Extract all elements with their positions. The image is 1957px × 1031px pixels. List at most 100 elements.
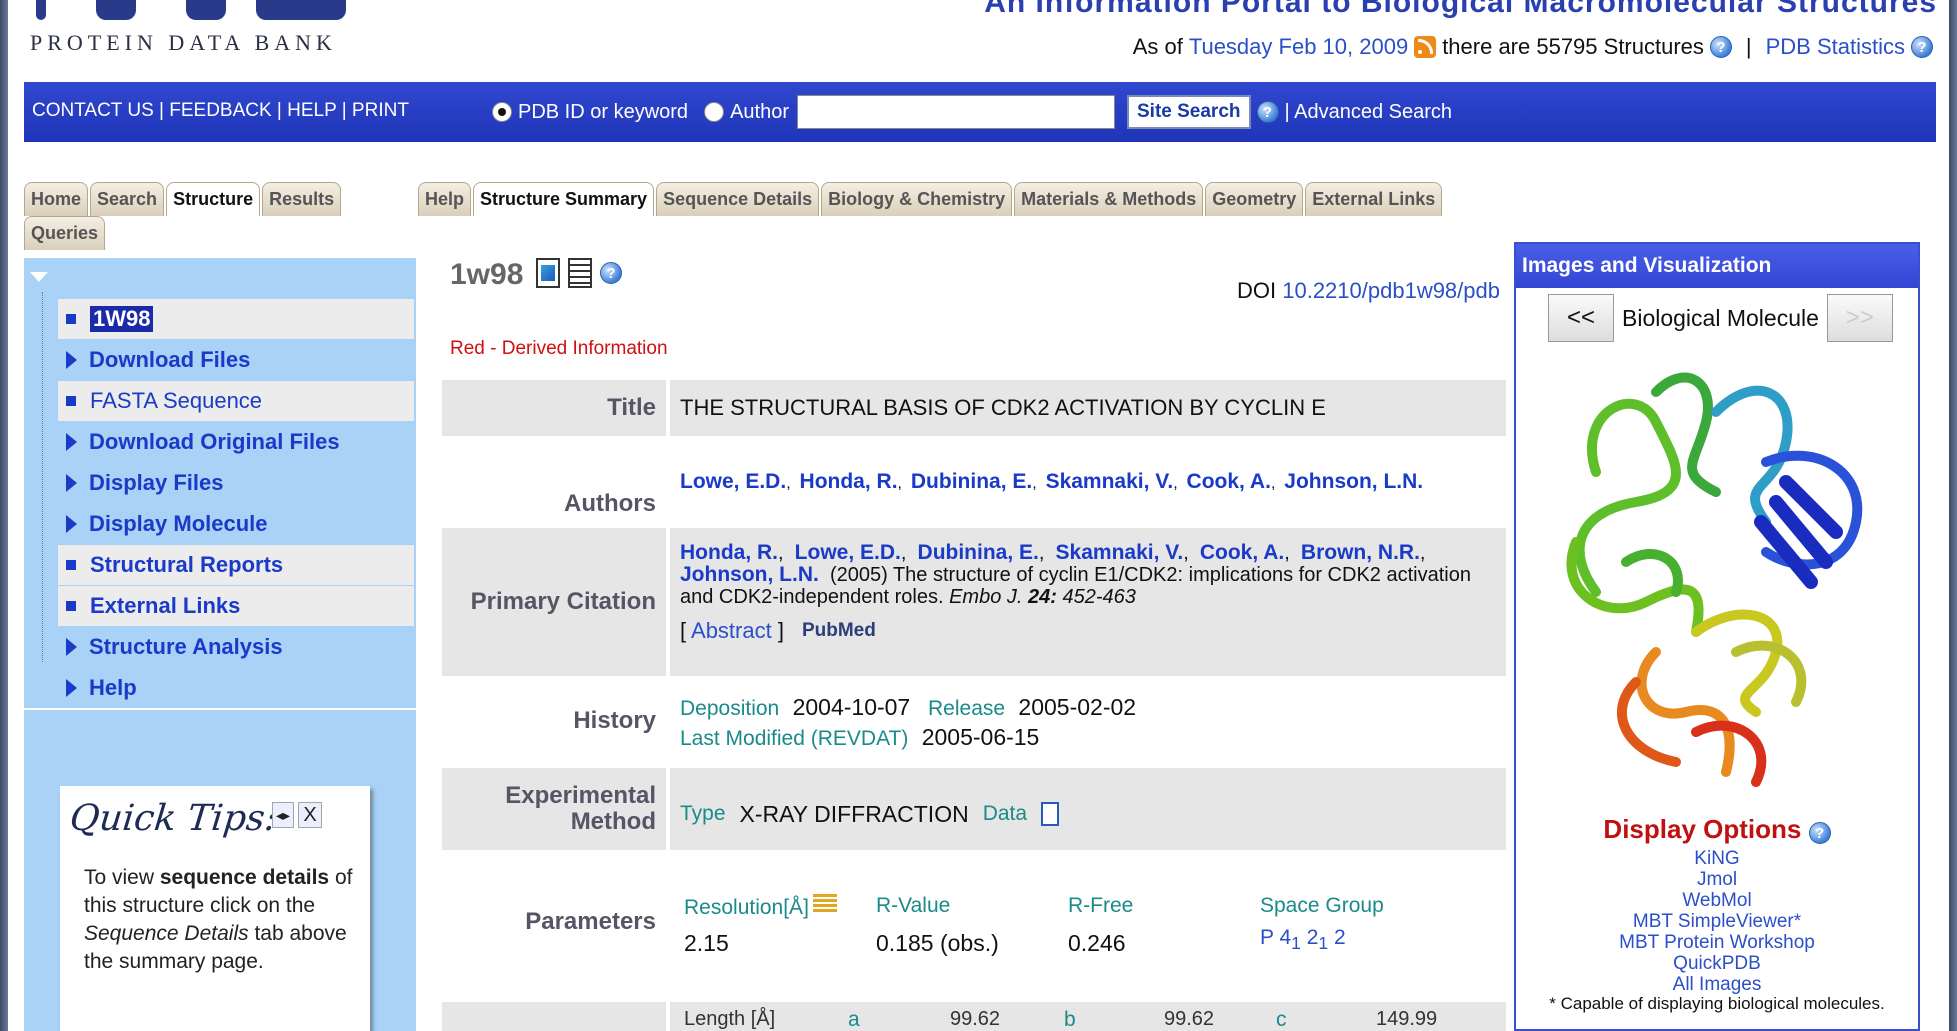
radio-author[interactable] (704, 102, 725, 122)
history-row: History Deposition 2004-10-07 Release 20… (442, 676, 1506, 766)
collapse-icon[interactable] (30, 272, 48, 282)
expand-icon[interactable] (66, 433, 77, 451)
tab-help[interactable]: Help (418, 182, 472, 216)
sidebar: 1W98 Download Files FASTA Sequence Downl… (24, 258, 416, 1031)
pdb-file-icon[interactable] (536, 258, 560, 288)
row-label-line: Method (570, 808, 656, 835)
author-link[interactable]: Cook, A. (1200, 541, 1284, 564)
option-quickpdb[interactable]: QuickPDB (1516, 953, 1918, 974)
sidebar-collapse[interactable] (24, 258, 416, 292)
bullet-icon (66, 396, 76, 406)
next-image-button[interactable]: >> (1826, 294, 1893, 342)
help-icon[interactable]: ? (1808, 822, 1831, 844)
pdb-logo[interactable]: PROTEIN DATA BANK (28, 0, 358, 60)
resolution-chart-icon[interactable] (813, 894, 838, 914)
option-jmol[interactable]: Jmol (1516, 869, 1918, 890)
abstract-link-wrap: [ Abstract ] (680, 618, 784, 643)
abstract-link[interactable]: Abstract (691, 618, 772, 643)
prev-image-button[interactable]: << (1548, 294, 1614, 342)
top-nav-links[interactable]: CONTACT US | FEEDBACK | HELP | PRINT (32, 100, 409, 122)
radio-author-label: Author (730, 100, 789, 123)
sidebar-item-display-files[interactable]: Display Files (58, 463, 414, 503)
close-icon[interactable]: X (298, 802, 322, 828)
tab-structure-summary[interactable]: Structure Summary (473, 182, 655, 216)
data-file-icon[interactable] (1041, 802, 1060, 826)
help-icon[interactable]: ? (600, 262, 622, 284)
sidebar-item-fasta-sequence[interactable]: FASTA Sequence (58, 381, 414, 421)
help-icon[interactable]: ? (1911, 36, 1933, 58)
citation-links: [ Abstract ] PubMed (680, 620, 1498, 642)
option-all-images[interactable]: All Images (1516, 974, 1918, 995)
tip-prev-next-button[interactable]: ◂▸ (272, 802, 294, 828)
author-link[interactable]: Brown, N.R. (1301, 541, 1420, 564)
sidebar-item-external-links[interactable]: External Links (58, 586, 414, 626)
tab-search[interactable]: Search (90, 182, 165, 216)
deposition-label: Deposition (680, 697, 780, 720)
author-link[interactable]: Lowe, E.D. (795, 541, 901, 564)
sidebar-item-1w98[interactable]: 1W98 (58, 299, 414, 339)
option-mbt-simpleviewer[interactable]: MBT SimpleViewer* (1516, 911, 1918, 932)
report-icon[interactable] (568, 258, 592, 288)
help-icon[interactable]: ? (1256, 101, 1279, 123)
author-link[interactable]: Cook, A. (1187, 470, 1271, 493)
sidebar-item-display-molecule[interactable]: Display Molecule (58, 504, 414, 544)
tab-queries[interactable]: Queries (24, 216, 106, 250)
search-input[interactable] (797, 95, 1115, 129)
advanced-search-link[interactable]: | Advanced Search (1285, 101, 1453, 124)
unit-cell: Length [Å] a 99.62 b 99.62 c 149.99 (680, 1002, 1498, 1031)
expand-icon[interactable] (66, 474, 77, 492)
structure-tabs: Help Structure Summary Sequence Details … (418, 182, 1444, 216)
option-king[interactable]: KiNG (1516, 848, 1918, 869)
doi-link[interactable]: 10.2210/pdb1w98/pdb (1282, 278, 1500, 303)
expand-icon[interactable] (66, 351, 77, 369)
sidebar-item-structural-reports[interactable]: Structural Reports (58, 545, 414, 585)
author-link[interactable]: Johnson, L.N. (1284, 470, 1423, 493)
spacegroup-link[interactable]: P 41 21 2 (1260, 926, 1346, 954)
help-icon[interactable]: ? (1709, 36, 1732, 58)
window-frame-right (1949, 0, 1957, 1031)
pubmed-logo[interactable]: PubMed (802, 620, 876, 642)
sidebar-item-download-files[interactable]: Download Files (58, 340, 414, 380)
tip-text-bold: sequence details (159, 866, 330, 889)
expand-icon[interactable] (66, 679, 77, 697)
option-webmol[interactable]: WebMol (1516, 890, 1918, 911)
sidebar-item-label: FASTA Sequence (90, 388, 263, 413)
doi-label: DOI (1236, 278, 1277, 303)
tab-external-links[interactable]: External Links (1305, 182, 1443, 216)
expand-icon[interactable] (66, 515, 77, 533)
sidebar-item-structure-analysis[interactable]: Structure Analysis (58, 627, 414, 667)
sidebar-item-download-original-files[interactable]: Download Original Files (58, 422, 414, 462)
author-link[interactable]: Johnson, L.N. (680, 563, 819, 586)
option-mbt-protein-workshop[interactable]: MBT Protein Workshop (1516, 932, 1918, 953)
molecule-ribbon-image[interactable] (1536, 352, 1896, 802)
sidebar-item-label: Display Files (89, 470, 224, 495)
sidebar-item-label: Structural Reports (90, 552, 284, 577)
sidebar-divider (24, 708, 416, 710)
tab-sequence-details[interactable]: Sequence Details (656, 182, 820, 216)
tab-geometry[interactable]: Geometry (1205, 182, 1304, 216)
author-link[interactable]: Honda, R. (800, 470, 898, 493)
site-search-button[interactable]: Site Search (1127, 95, 1251, 129)
data-link[interactable]: Data (983, 802, 1027, 826)
tab-home[interactable]: Home (24, 182, 89, 216)
author-link[interactable]: Dubinina, E. (911, 470, 1032, 493)
author-link[interactable]: Honda, R. (680, 541, 778, 564)
expand-icon[interactable] (66, 638, 77, 656)
pdb-statistics-link[interactable]: PDB Statistics (1766, 34, 1905, 60)
rss-icon[interactable] (1414, 36, 1437, 58)
author-link[interactable]: Lowe, E.D. (680, 470, 786, 493)
quick-tips-title: Quick Tips: (67, 798, 279, 839)
author-link[interactable]: Skamnaki, V. (1046, 470, 1174, 493)
author-link[interactable]: Skamnaki, V. (1056, 541, 1184, 564)
tab-biology-chemistry[interactable]: Biology & Chemistry (821, 182, 1013, 216)
status-date-link[interactable]: Tuesday Feb 10, 2009 (1189, 34, 1408, 60)
tab-results[interactable]: Results (262, 182, 342, 216)
author-link[interactable]: Dubinina, E. (918, 541, 1039, 564)
unit-cell-row: Length [Å] a 99.62 b 99.62 c 149.99 (442, 1002, 1506, 1031)
volume: 24: (1028, 586, 1057, 608)
tab-materials-methods[interactable]: Materials & Methods (1014, 182, 1204, 216)
resolution-label-text: Resolution[Å] (684, 896, 809, 919)
sidebar-item-help[interactable]: Help (58, 668, 414, 708)
radio-keyword[interactable] (492, 102, 512, 122)
tab-structure[interactable]: Structure (166, 182, 261, 216)
